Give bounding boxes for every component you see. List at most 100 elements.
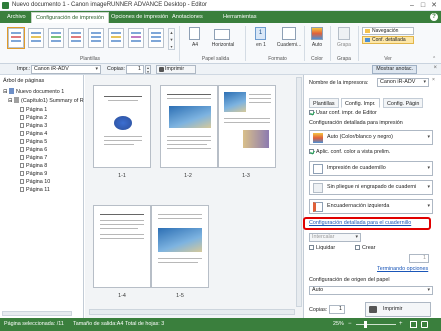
maximize-icon[interactable]: □ (418, 1, 428, 10)
page-count-input[interactable]: 1 (409, 254, 429, 263)
tree-page-item[interactable]: Página 10 (20, 178, 50, 186)
checkbox-icon[interactable] (309, 149, 314, 154)
group-label-templates: Plantillas (79, 56, 100, 62)
tab-print-settings[interactable]: Configuración de impresión (31, 12, 110, 23)
checkbox-icon[interactable] (355, 245, 360, 250)
show-annotations-button[interactable]: Mostrar anotac. (372, 65, 417, 74)
minimize-icon[interactable]: – (407, 1, 417, 10)
tree-page-item[interactable]: Página 4 (20, 130, 47, 138)
tab-templates[interactable]: Plantillas (309, 98, 339, 108)
tab-file[interactable]: Archivo (3, 12, 30, 23)
tab-tools[interactable]: Herramientas (219, 12, 261, 23)
collapse-icon[interactable]: ⊟ (8, 98, 13, 104)
duplex-mode-select[interactable]: Impresión de cuadernillo ▾ (309, 161, 433, 176)
tree-page-item[interactable]: Página 2 (20, 114, 47, 122)
lock-option[interactable]: Liquidar (309, 245, 335, 251)
template-thumb-1[interactable] (7, 27, 25, 49)
booklet-settings-link[interactable]: Configuración detallada para el cuaderni… (309, 220, 411, 226)
fit-width-icon[interactable] (421, 321, 428, 328)
tree-page-item[interactable]: Página 1 (20, 106, 47, 114)
copies-input[interactable]: 1 (126, 65, 144, 74)
tree-page-item[interactable]: Página 6 (20, 146, 47, 154)
page-tree-panel: Árbol de páginas ⊟ Nuevo documento 1 ⊟ (… (0, 75, 84, 318)
tree-document[interactable]: ⊟ Nuevo documento 1 (3, 88, 64, 96)
help-icon[interactable]: ? (430, 13, 438, 21)
page-preview-1-4[interactable] (93, 205, 151, 288)
print-button[interactable]: Imprimir (365, 302, 431, 317)
paper-size-label[interactable]: A4 (186, 42, 204, 48)
template-thumb-8[interactable] (148, 28, 164, 48)
tree-horizontal-scrollbar[interactable] (2, 311, 72, 316)
page-preview-1-5[interactable] (151, 205, 209, 288)
ribbon: ▲ ▼ ▾ Plantillas A4 Horizontal Papel salid… (0, 23, 441, 64)
copies-stepper[interactable]: ▴ ▾ (145, 65, 151, 74)
orientation-icon[interactable] (214, 29, 230, 40)
copies-input[interactable]: 1 (329, 305, 345, 314)
create-option[interactable]: Crear (355, 245, 375, 251)
app-icon (2, 2, 9, 9)
zoom-out-icon[interactable]: − (348, 321, 352, 327)
preview-vertical-scrollbar[interactable] (296, 77, 302, 307)
tree-page-item[interactable]: Página 8 (20, 162, 47, 170)
template-thumb-4[interactable] (68, 28, 84, 48)
tab-annotations[interactable]: Anotaciones (168, 12, 207, 23)
page-icon (20, 171, 24, 176)
tab-page-config[interactable]: Config. Págin (383, 98, 424, 108)
tab-print-options[interactable]: Opciones de impresión (107, 12, 172, 23)
use-editor-settings[interactable]: Usar conf. impr. de Editor (309, 110, 377, 116)
printer-name-select[interactable]: Canon iR-ADV ▾ (377, 78, 429, 87)
zoom-slider-thumb[interactable] (364, 321, 367, 328)
tab-print-config[interactable]: Config. Impr. (341, 98, 380, 108)
collapse-icon[interactable]: ⊟ (3, 89, 8, 95)
chevron-down-icon: ▾ (355, 234, 358, 240)
tree-page-item[interactable]: Página 9 (20, 170, 47, 178)
template-thumb-7[interactable] (128, 28, 144, 48)
close-icon[interactable]: ✕ (429, 1, 439, 10)
template-thumb-5[interactable] (88, 28, 104, 48)
interleave-select[interactable]: Intercalar ▾ (309, 233, 361, 242)
tree-page-item[interactable]: Página 11 (20, 186, 50, 194)
templates-scroll[interactable]: ▲ ▼ ▾ (168, 28, 175, 50)
apply-color-preview[interactable]: Aplic. conf. color a vista prelim. (309, 149, 390, 155)
color-mode-select[interactable]: Auto (Color/blanco y negro) ▾ (309, 130, 433, 145)
pages-per-sheet-icon[interactable]: 1 (255, 27, 266, 40)
checkbox-icon[interactable] (309, 110, 314, 115)
page-preview-1-3[interactable] (218, 85, 276, 168)
page-icon (20, 107, 24, 112)
preview-horizontal-scrollbar[interactable] (89, 309, 295, 315)
paper-size-icon[interactable] (189, 27, 200, 40)
collapse-ribbon-icon[interactable]: ⌃ (432, 56, 436, 62)
color-mode-label[interactable]: Auto (307, 42, 327, 48)
template-thumb-2[interactable] (28, 28, 44, 48)
zoom-slider[interactable] (356, 324, 396, 325)
fit-page-icon[interactable] (410, 321, 417, 328)
close-panel-icon[interactable]: × (432, 77, 435, 83)
color-mode-icon[interactable] (311, 27, 323, 40)
paper-source-select[interactable]: Auto ▾ (309, 286, 433, 295)
page-preview-1-1[interactable] (93, 85, 151, 168)
tree-page-item[interactable]: Página 7 (20, 154, 47, 162)
zoom-in-icon[interactable]: + (399, 321, 403, 327)
finishing-options-link[interactable]: Terminando opciones (377, 266, 428, 272)
print-button[interactable]: Imprimir (156, 65, 196, 74)
tree-chapter[interactable]: ⊟ (Capítulo1) Summary of R (8, 97, 84, 105)
duplex-icon[interactable] (282, 27, 296, 40)
binding-select[interactable]: Encuadernación izquierda ▾ (309, 199, 433, 214)
view-detailed-settings-toggle[interactable]: Conf. detallada (362, 36, 414, 44)
checkbox-icon[interactable] (309, 245, 314, 250)
pages-per-sheet-label[interactable]: en 1 (251, 42, 271, 48)
view-navigation-toggle[interactable]: Navegación (362, 27, 414, 35)
orientation-label[interactable]: Horizontal (208, 42, 238, 48)
template-thumb-6[interactable] (108, 28, 124, 48)
duplex-label[interactable]: Cuaderni... (274, 42, 304, 48)
template-thumb-3[interactable] (48, 28, 64, 48)
staple-mode-label[interactable]: Grapa (334, 42, 354, 48)
staple-mode-select[interactable]: Sin pliegue ni engrapado de cuaderni ▾ (309, 180, 433, 195)
staple-icon[interactable] (338, 27, 350, 40)
page-icon (20, 131, 24, 136)
printer-select[interactable]: Canon iR-ADV ▾ (31, 65, 101, 74)
tree-page-item[interactable]: Página 5 (20, 138, 47, 146)
page-preview-1-2[interactable] (160, 85, 218, 168)
close-panel-icon[interactable]: × (433, 65, 437, 71)
tree-page-item[interactable]: Página 3 (20, 122, 47, 130)
